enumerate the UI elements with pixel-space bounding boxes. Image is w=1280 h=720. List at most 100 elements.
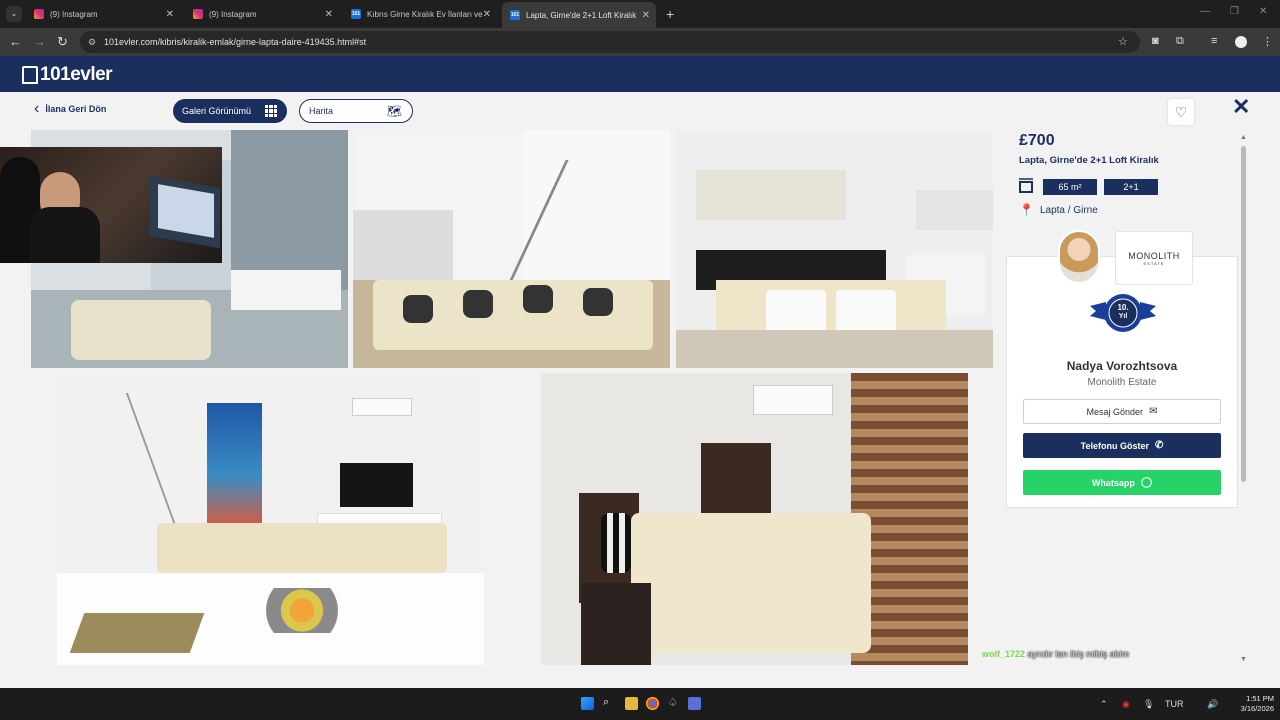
listing-photo[interactable]	[676, 130, 993, 368]
address-bar[interactable]: ⚙ 101evler.com/kibris/kiralik-emlak/girn…	[80, 31, 1140, 53]
microphone-icon[interactable]: 🎙	[1143, 699, 1154, 710]
close-tab-icon[interactable]: ✕	[483, 9, 491, 20]
bookmark-star-icon[interactable]: ☆	[1118, 35, 1128, 48]
badge-number: 10.	[1117, 303, 1129, 312]
agency-logo-text: MONOLITH	[1128, 250, 1180, 261]
envelope-icon: ✉	[1149, 406, 1158, 417]
tab-title: Lapta, Girne'de 2+1 Loft Kiralık	[526, 10, 637, 20]
close-window-icon[interactable]: ✕	[1259, 6, 1267, 17]
camera-icon[interactable]: ◙	[1152, 35, 1159, 47]
close-gallery-icon[interactable]: ✕	[1232, 94, 1250, 120]
tray-app-icon[interactable]: ◉	[1122, 699, 1130, 710]
extensions-icon[interactable]: ⧉	[1176, 35, 1184, 48]
listing-photo[interactable]	[541, 373, 968, 665]
minimize-icon[interactable]: —	[1200, 6, 1210, 17]
tab-title: Kıbrıs Girne Kiralık Ev İlanları ve	[367, 9, 483, 19]
map-button[interactable]: Harita 🗺	[299, 99, 413, 123]
system-clock[interactable]: 1:51 PM 3/16/2026	[1228, 694, 1274, 714]
whatsapp-icon: ◯	[1140, 477, 1153, 488]
location-pin-icon: 📍	[1019, 203, 1034, 217]
close-tab-icon[interactable]: ✕	[642, 10, 650, 21]
rooms-badge: 2+1	[1104, 179, 1158, 195]
file-explorer-icon[interactable]	[625, 697, 638, 710]
volume-icon[interactable]: 🔊	[1207, 699, 1218, 710]
streamer-webcam-overlay	[0, 147, 222, 263]
logo-text: 101evler	[40, 64, 113, 85]
tab-search-button[interactable]: ⌄	[6, 6, 22, 22]
forward-arrow-icon[interactable]: →	[33, 34, 46, 49]
site-info-icon[interactable]: ⚙	[88, 31, 96, 53]
menu-icon[interactable]: ⋮	[1262, 35, 1273, 48]
windows-start-icon[interactable]	[581, 697, 594, 710]
browser-tab-bar: ⌄ (9) Instagram ✕ (9) Instagram ✕ 101 Kı…	[0, 0, 1280, 28]
area-badge: 65 m²	[1043, 179, 1097, 195]
instagram-icon	[34, 9, 44, 19]
listing-photo[interactable]	[57, 373, 484, 665]
agent-company: Monolith Estate	[1087, 377, 1157, 388]
listing-price: £700	[1019, 132, 1055, 149]
back-to-listing-link[interactable]: ‹ İlana Geri Dön	[34, 100, 106, 118]
close-tab-icon[interactable]: ✕	[325, 9, 333, 20]
site-header: 101evler	[0, 56, 1280, 92]
clock-time: 1:51 PM	[1246, 694, 1274, 703]
browser-tab-active[interactable]: 101 Lapta, Girne'de 2+1 Loft Kiralık ✕	[502, 2, 656, 28]
favorite-heart-button[interactable]: ♡	[1168, 99, 1194, 125]
listing-photo[interactable]	[353, 130, 670, 368]
map-label: Harita	[309, 106, 334, 116]
gallery-view-button[interactable]: Galeri Görünümü	[173, 99, 287, 123]
close-tab-icon[interactable]: ✕	[166, 9, 174, 20]
tab-title: (9) Instagram	[50, 9, 98, 19]
scroll-down-arrow-icon[interactable]: ▼	[1240, 656, 1247, 663]
tab-title: (9) Instagram	[209, 9, 257, 19]
url-text: 101evler.com/kibris/kiralik-emlak/girne-…	[104, 37, 367, 47]
browser-tab[interactable]: 101 Kıbrıs Girne Kiralık Ev İlanları ve …	[343, 4, 497, 24]
chat-username: wolf_1722	[982, 649, 1026, 659]
clock-date: 3/16/2026	[1240, 704, 1274, 713]
whatsapp-label: Whatsapp	[1091, 477, 1135, 488]
chat-text: ayrıdır lan ibiş mibiş abim	[1027, 649, 1130, 659]
agency-logo-subtext: ESTATE	[1143, 260, 1165, 266]
location-text: Lapta / Girne	[1039, 204, 1098, 216]
app-icon[interactable]: ♤	[668, 696, 681, 709]
language-indicator[interactable]: TUR	[1165, 699, 1184, 709]
profile-avatar[interactable]	[1235, 36, 1247, 48]
instagram-icon	[193, 9, 203, 19]
whatsapp-button[interactable]: Whatsapp ◯	[1023, 470, 1221, 495]
scrollbar[interactable]	[1240, 140, 1247, 660]
agency-logo[interactable]: MONOLITH ESTATE	[1115, 231, 1193, 285]
show-phone-label: Telefonu Göster	[1080, 440, 1149, 451]
send-message-button[interactable]: Mesaj Gönder ✉	[1023, 399, 1221, 424]
chevron-left-icon: ‹	[34, 100, 40, 117]
site-logo[interactable]: 101evler	[22, 64, 113, 86]
windows-taskbar: ⌕ ♤ ⌃ ◉ 🎙 TUR 🔊 1:51 PM 3/16/2026	[0, 688, 1280, 720]
reload-icon[interactable]: ↻	[57, 34, 68, 50]
reading-list-icon[interactable]: ≡	[1211, 35, 1217, 47]
browser-tab[interactable]: (9) Instagram ✕	[185, 4, 339, 24]
back-link-label: İlana Geri Dön	[45, 104, 107, 114]
stream-chat-message: wolf_1722 ayrıdır lan ibiş mibiş abim	[982, 649, 1129, 659]
browser-toolbar: ← → ↻ ⚙ 101evler.com/kibris/kiralik-emla…	[0, 28, 1280, 56]
back-arrow-icon[interactable]: ←	[9, 34, 22, 49]
new-tab-button[interactable]: +	[666, 6, 674, 22]
badge-unit: Yıl	[1118, 313, 1128, 320]
agent-avatar[interactable]	[1058, 230, 1100, 284]
chrome-icon[interactable]	[646, 697, 659, 710]
search-icon[interactable]: ⌕	[603, 696, 616, 709]
app-icon[interactable]	[688, 697, 701, 710]
tray-overflow-icon[interactable]: ⌃	[1100, 699, 1108, 710]
show-phone-button[interactable]: Telefonu Göster ✆	[1023, 433, 1221, 458]
grid-icon	[265, 105, 277, 117]
listing-title: Lapta, Girne'de 2+1 Loft Kiralık	[1019, 155, 1159, 166]
101evler-icon: 101	[351, 9, 361, 19]
listing-location: 📍 Lapta / Girne	[1019, 203, 1098, 217]
phone-icon: ✆	[1154, 440, 1164, 451]
map-icon: 🗺	[386, 104, 402, 118]
restore-icon[interactable]: ❐	[1230, 6, 1239, 17]
scrollbar-thumb[interactable]	[1241, 146, 1246, 482]
gallery-page: ‹ İlana Geri Dön Galeri Görünümü Harita …	[0, 92, 1280, 688]
house-logo-icon	[22, 66, 38, 84]
heart-icon: ♡	[1174, 103, 1188, 120]
area-icon	[1018, 178, 1034, 194]
browser-tab[interactable]: (9) Instagram ✕	[26, 4, 180, 24]
gallery-view-label: Galeri Görünümü	[182, 106, 252, 116]
